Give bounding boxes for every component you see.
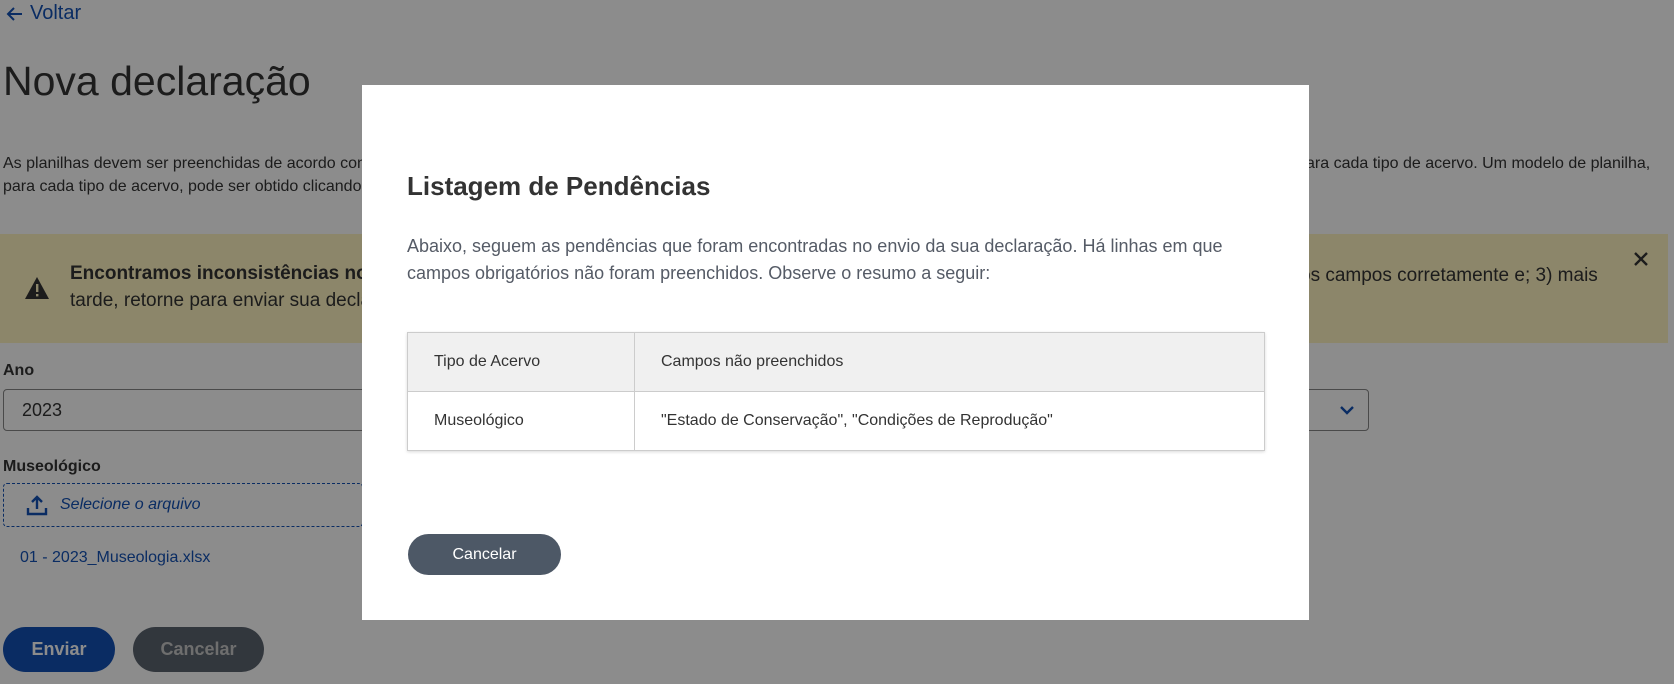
dialog-cancel-button[interactable]: Cancelar	[408, 534, 561, 575]
pending-items-dialog: Listagem de Pendências Abaixo, seguem as…	[362, 85, 1309, 620]
table-header-row: Tipo de Acervo Campos não preenchidos	[407, 332, 1265, 392]
column-header-campos: Campos não preenchidos	[634, 332, 1265, 392]
table-row: Museológico "Estado de Conservação", "Co…	[407, 391, 1265, 451]
pending-items-table: Tipo de Acervo Campos não preenchidos Mu…	[407, 332, 1265, 451]
dialog-description: Abaixo, seguem as pendências que foram e…	[407, 236, 1223, 283]
dialog-title: Listagem de Pendências	[407, 171, 711, 201]
column-header-tipo-acervo: Tipo de Acervo	[407, 332, 635, 392]
table-cell-tipo: Museológico	[407, 391, 635, 451]
table-cell-campos: "Estado de Conservação", "Condições de R…	[661, 412, 1053, 429]
